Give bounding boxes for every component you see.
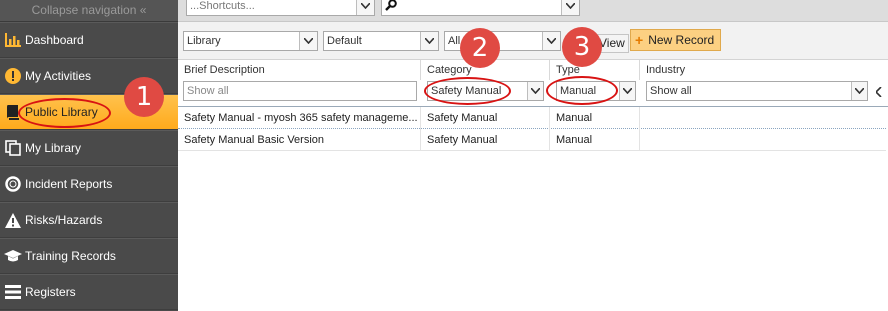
- sidebar-item-label: Training Records: [25, 249, 116, 263]
- cell-type: Manual: [550, 107, 640, 129]
- library-select[interactable]: Library: [183, 31, 318, 51]
- type-filter-select[interactable]: Manual: [556, 81, 636, 101]
- toolbar: Library Default All View + New Record: [178, 22, 888, 60]
- collapse-navigation-button[interactable]: Collapse navigation «: [0, 0, 178, 22]
- cell-industry: [640, 107, 886, 129]
- column-header-brief-description[interactable]: Brief Description: [178, 60, 421, 80]
- sidebar: Collapse navigation « Dashboard My Activ…: [0, 0, 178, 311]
- top-bar: ...Shortcuts...: [178, 0, 888, 22]
- chevron-down-icon: [851, 82, 867, 100]
- graduation-cap-icon: [4, 247, 22, 265]
- view-layout-select[interactable]: Default: [323, 31, 439, 51]
- cell-industry: [640, 129, 886, 151]
- cell-description: Safety Manual Basic Version: [178, 129, 421, 151]
- cell-category: Safety Manual: [421, 129, 550, 151]
- chevron-down-icon: [420, 32, 438, 50]
- book-icon: [4, 103, 22, 121]
- sidebar-item-risks-hazards[interactable]: Risks/Hazards: [0, 202, 178, 238]
- annotation-badge-1: 1: [124, 77, 164, 117]
- sidebar-item-training-records[interactable]: Training Records: [0, 238, 178, 274]
- lifebuoy-icon: [4, 175, 22, 193]
- table-row[interactable]: Safety Manual - myosh 365 safety managem…: [178, 107, 886, 129]
- chevron-down-icon: [561, 0, 579, 15]
- sidebar-item-label: Dashboard: [25, 33, 84, 47]
- description-filter-input[interactable]: Show all: [183, 81, 417, 101]
- filter-row: Show all Safety Manual Manual Show all: [178, 80, 888, 106]
- new-record-button[interactable]: + New Record: [630, 29, 722, 51]
- records-grid: Brief Description Category Type Industry…: [178, 60, 888, 311]
- chevron-down-icon: [542, 32, 560, 50]
- warning-icon: [4, 211, 22, 229]
- column-header-industry[interactable]: Industry: [640, 60, 888, 80]
- chevron-down-icon: [299, 32, 317, 50]
- cell-category: Safety Manual: [421, 107, 550, 129]
- annotation-badge-2: 2: [460, 28, 500, 68]
- shortcuts-select[interactable]: ...Shortcuts...: [186, 0, 375, 16]
- list-icon: [4, 283, 22, 301]
- sidebar-item-registers[interactable]: Registers: [0, 274, 178, 310]
- search-icon: [385, 0, 397, 14]
- chevron-down-icon: [619, 82, 635, 100]
- scroll-left-button[interactable]: [872, 81, 886, 103]
- sidebar-item-incident-reports[interactable]: Incident Reports: [0, 166, 178, 202]
- category-filter-select[interactable]: Safety Manual: [427, 81, 544, 101]
- cell-description: Safety Manual - myosh 365 safety managem…: [178, 107, 421, 129]
- sidebar-item-label: Incident Reports: [25, 177, 113, 191]
- bar-chart-icon: [4, 31, 22, 49]
- sidebar-item-label: My Activities: [25, 69, 92, 83]
- search-input[interactable]: [381, 0, 580, 16]
- plus-icon: +: [635, 32, 644, 48]
- column-header-type[interactable]: Type: [550, 60, 640, 80]
- chevron-down-icon: [527, 82, 543, 100]
- sidebar-item-label: My Library: [25, 141, 82, 155]
- chevron-down-icon: [356, 0, 374, 15]
- sidebar-item-dashboard[interactable]: Dashboard: [0, 22, 178, 58]
- industry-filter-select[interactable]: Show all: [646, 81, 868, 101]
- annotation-badge-3: 3: [562, 27, 602, 67]
- sidebar-item-label: Risks/Hazards: [25, 213, 103, 227]
- sidebar-item-label: Registers: [25, 285, 76, 299]
- cell-type: Manual: [550, 129, 640, 151]
- exclamation-icon: [4, 67, 22, 85]
- table-row[interactable]: Safety Manual Basic Version Safety Manua…: [178, 129, 886, 151]
- sidebar-item-label: Public Library: [25, 105, 98, 119]
- copy-icon: [4, 139, 22, 157]
- sidebar-item-my-library[interactable]: My Library: [0, 130, 178, 166]
